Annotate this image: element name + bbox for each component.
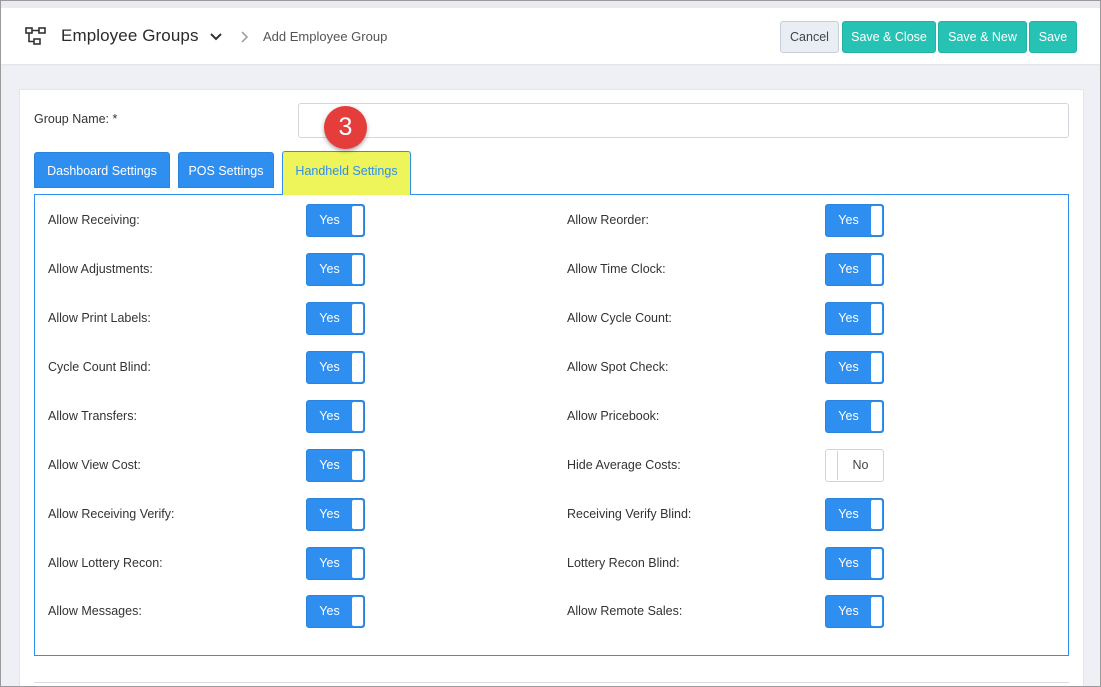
setting-label: Allow Receiving Verify: xyxy=(48,507,175,521)
toggle-state-label: Yes xyxy=(319,458,340,472)
page-title: Employee Groups xyxy=(61,26,199,45)
toggle-state-label: Yes xyxy=(319,360,340,374)
toggle-state-label: Yes xyxy=(838,507,859,521)
setting-toggle[interactable]: Yes xyxy=(825,253,884,286)
setting-label: Lottery Recon Blind: xyxy=(567,556,680,570)
toggle-knob xyxy=(871,206,882,235)
setting-toggle[interactable]: Yes xyxy=(306,351,365,384)
hierarchy-icon xyxy=(25,27,46,45)
toggle-knob xyxy=(871,402,882,431)
step-marker-badge: 3 xyxy=(324,106,367,149)
setting-toggle[interactable]: Yes xyxy=(306,302,365,335)
toggle-knob xyxy=(352,597,363,626)
toggle-knob xyxy=(871,255,882,284)
tab-pos-settings[interactable]: POS Settings xyxy=(178,152,274,188)
setting-label: Receiving Verify Blind: xyxy=(567,507,692,521)
save-button[interactable]: Save xyxy=(1029,21,1077,53)
setting-toggle[interactable]: Yes xyxy=(306,498,365,531)
toggle-state-label: Yes xyxy=(319,604,340,618)
setting-toggle[interactable]: Yes xyxy=(306,449,365,482)
setting-toggle[interactable]: Yes xyxy=(306,400,365,433)
setting-label: Hide Average Costs: xyxy=(567,458,681,472)
toggle-state-label: Yes xyxy=(319,556,340,570)
toggle-knob xyxy=(352,451,363,480)
toggle-knob xyxy=(871,353,882,382)
setting-label: Allow Pricebook: xyxy=(567,409,660,423)
tab-handheld-settings[interactable]: Handheld Settings xyxy=(282,151,411,195)
setting-toggle[interactable]: Yes xyxy=(825,204,884,237)
setting-label: Allow View Cost: xyxy=(48,458,141,472)
toggle-knob xyxy=(871,549,882,578)
toggle-state-label: Yes xyxy=(319,213,340,227)
toggle-state-label: Yes xyxy=(838,262,859,276)
toggle-state-label: Yes xyxy=(838,311,859,325)
save-new-button[interactable]: Save & New xyxy=(938,21,1027,53)
setting-toggle[interactable]: Yes xyxy=(825,302,884,335)
toggle-knob xyxy=(871,597,882,626)
setting-toggle[interactable]: Yes xyxy=(306,547,365,580)
toggle-knob xyxy=(352,304,363,333)
toggle-knob xyxy=(352,206,363,235)
setting-label: Allow Print Labels: xyxy=(48,311,151,325)
toggle-state-label: No xyxy=(852,458,869,472)
setting-toggle[interactable]: Yes xyxy=(825,547,884,580)
toggle-state-label: Yes xyxy=(838,213,859,227)
toggle-knob xyxy=(352,402,363,431)
toggle-knob xyxy=(352,500,363,529)
toggle-knob xyxy=(352,255,363,284)
breadcrumb-chevron-right-icon xyxy=(241,31,249,43)
breadcrumb: Add Employee Group xyxy=(263,29,388,44)
cancel-button[interactable]: Cancel xyxy=(780,21,839,53)
setting-label: Cycle Count Blind: xyxy=(48,360,151,374)
toggle-knob xyxy=(827,451,838,480)
setting-label: Allow Cycle Count: xyxy=(567,311,672,325)
setting-label: Allow Remote Sales: xyxy=(567,604,683,618)
setting-toggle[interactable]: Yes xyxy=(306,253,365,286)
toggle-state-label: Yes xyxy=(838,409,859,423)
setting-label: Allow Spot Check: xyxy=(567,360,669,374)
setting-toggle[interactable]: No xyxy=(825,449,884,482)
toggle-state-label: Yes xyxy=(319,311,340,325)
toggle-state-label: Yes xyxy=(838,556,859,570)
setting-toggle[interactable]: Yes xyxy=(306,595,365,628)
group-name-input[interactable] xyxy=(298,103,1069,138)
setting-toggle[interactable]: Yes xyxy=(306,204,365,237)
setting-label: Allow Reorder: xyxy=(567,213,649,227)
setting-toggle[interactable]: Yes xyxy=(825,498,884,531)
setting-label: Allow Adjustments: xyxy=(48,262,153,276)
toggle-state-label: Yes xyxy=(319,262,340,276)
setting-toggle[interactable]: Yes xyxy=(825,595,884,628)
setting-label: Allow Messages: xyxy=(48,604,142,618)
save-close-button[interactable]: Save & Close xyxy=(842,21,936,53)
toggle-knob xyxy=(352,549,363,578)
toggle-knob xyxy=(352,353,363,382)
toggle-state-label: Yes xyxy=(838,360,859,374)
toggle-state-label: Yes xyxy=(838,604,859,618)
toggle-state-label: Yes xyxy=(319,409,340,423)
toggle-knob xyxy=(871,500,882,529)
divider xyxy=(34,682,1069,683)
toggle-knob xyxy=(871,304,882,333)
setting-toggle[interactable]: Yes xyxy=(825,351,884,384)
handheld-settings-panel xyxy=(34,194,1069,656)
setting-label: Allow Time Clock: xyxy=(567,262,666,276)
setting-label: Allow Lottery Recon: xyxy=(48,556,163,570)
tab-dashboard-settings[interactable]: Dashboard Settings xyxy=(34,152,170,188)
chevron-down-icon[interactable] xyxy=(209,32,223,42)
setting-label: Allow Receiving: xyxy=(48,213,140,227)
setting-toggle[interactable]: Yes xyxy=(825,400,884,433)
group-name-label: Group Name: * xyxy=(34,112,118,126)
top-header: Employee Groups Add Employee Group Cance… xyxy=(1,1,1100,64)
setting-label: Allow Transfers: xyxy=(48,409,137,423)
toggle-state-label: Yes xyxy=(319,507,340,521)
